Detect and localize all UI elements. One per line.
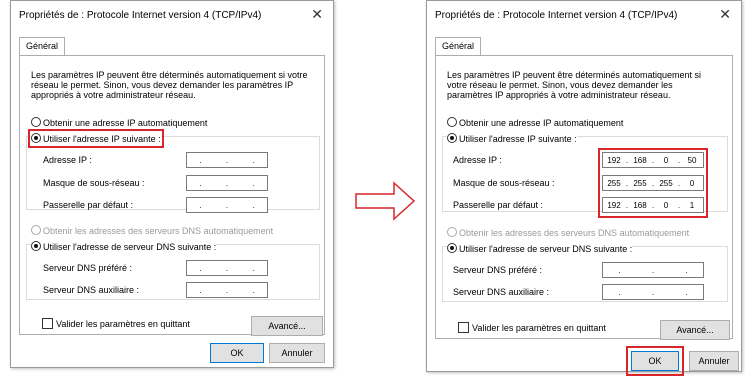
preferred-dns-label: Serveur DNS préféré : <box>43 263 133 273</box>
cancel-button[interactable]: Annuler <box>269 343 325 363</box>
dialog-title: Propriétés de : Protocole Internet versi… <box>19 10 262 21</box>
alternate-dns-label: Serveur DNS auxiliaire : <box>453 287 550 297</box>
gateway-label: Passerelle par défaut : <box>43 200 134 210</box>
radio-manual-ip-label: Utiliser l'adresse IP suivante : <box>459 134 577 144</box>
radio-manual-ip[interactable]: Utiliser l'adresse IP suivante : <box>447 133 577 144</box>
radio-manual-ip-indicator[interactable] <box>447 133 457 143</box>
alternate-dns-field[interactable]: ... <box>186 282 268 298</box>
radio-auto-ip-label: Obtenir une adresse IP automatiquement <box>459 118 624 128</box>
checkbox-box[interactable] <box>42 318 53 329</box>
advanced-button[interactable]: Avancé... <box>251 316 323 336</box>
radio-auto-dns[interactable]: Obtenir les adresses des serveurs DNS au… <box>31 225 273 236</box>
radio-auto-ip-indicator[interactable] <box>447 117 457 127</box>
alternate-dns-label: Serveur DNS auxiliaire : <box>43 285 140 295</box>
close-icon[interactable]: ✕ <box>311 6 323 23</box>
preferred-dns-field[interactable]: ... <box>602 262 704 278</box>
radio-auto-ip[interactable]: Obtenir une adresse IP automatiquement <box>31 117 207 128</box>
gateway-field[interactable]: ... <box>186 197 268 213</box>
subnet-mask-label: Masque de sous-réseau : <box>43 178 145 188</box>
radio-auto-dns-label: Obtenir les adresses des serveurs DNS au… <box>459 228 690 238</box>
radio-manual-dns-indicator[interactable] <box>447 243 457 253</box>
radio-manual-dns[interactable]: Utiliser l'adresse de serveur DNS suivan… <box>31 241 217 252</box>
validate-on-exit-label: Valider les paramètres en quittant <box>472 323 606 333</box>
ipv4-properties-dialog-before: Propriétés de : Protocole Internet versi… <box>10 0 334 368</box>
tab-strip: Général <box>19 37 325 55</box>
radio-auto-dns-indicator[interactable] <box>31 225 41 235</box>
validate-on-exit-checkbox[interactable]: Valider les paramètres en quittant <box>458 322 606 333</box>
ok-button[interactable]: OK <box>210 343 264 363</box>
highlight-ok-button <box>626 346 684 376</box>
advanced-button[interactable]: Avancé... <box>660 320 730 340</box>
title-bar: Propriétés de : Protocole Internet versi… <box>427 1 741 29</box>
checkbox-box[interactable] <box>458 322 469 333</box>
subnet-mask-field[interactable]: ... <box>186 175 268 191</box>
tab-strip: Général <box>435 37 733 55</box>
validate-on-exit-label: Valider les paramètres en quittant <box>56 319 190 329</box>
ip-address-label: Adresse IP : <box>43 155 92 165</box>
tab-general[interactable]: Général <box>19 37 66 55</box>
dialog-title: Propriétés de : Protocole Internet versi… <box>435 10 678 21</box>
radio-auto-dns-indicator[interactable] <box>447 227 457 237</box>
radio-manual-dns[interactable]: Utiliser l'adresse de serveur DNS suivan… <box>447 243 633 254</box>
subnet-mask-label: Masque de sous-réseau : <box>453 178 555 188</box>
highlight-ip-fields <box>598 148 708 218</box>
validate-on-exit-checkbox[interactable]: Valider les paramètres en quittant <box>42 318 190 329</box>
radio-manual-dns-label: Utiliser l'adresse de serveur DNS suivan… <box>43 242 217 252</box>
ip-address-field[interactable]: ... <box>186 152 268 168</box>
highlight-manual-ip <box>28 129 164 148</box>
general-panel: Les paramètres IP peuvent être déterminé… <box>435 55 733 340</box>
preferred-dns-field[interactable]: ... <box>186 260 268 276</box>
radio-manual-dns-indicator[interactable] <box>31 241 41 251</box>
radio-manual-dns-label: Utiliser l'adresse de serveur DNS suivan… <box>459 244 633 254</box>
radio-auto-dns[interactable]: Obtenir les adresses des serveurs DNS au… <box>447 227 689 238</box>
radio-auto-ip[interactable]: Obtenir une adresse IP automatiquement <box>447 117 623 128</box>
arrow-right-icon <box>355 181 416 221</box>
title-bar: Propriétés de : Protocole Internet versi… <box>11 1 333 29</box>
cancel-button[interactable]: Annuler <box>689 351 739 371</box>
description-text: Les paramètres IP peuvent être déterminé… <box>447 70 701 100</box>
alternate-dns-field[interactable]: ... <box>602 284 704 300</box>
radio-auto-ip-indicator[interactable] <box>31 117 41 127</box>
general-panel: Les paramètres IP peuvent être déterminé… <box>19 55 325 336</box>
radio-auto-dns-label: Obtenir les adresses des serveurs DNS au… <box>43 226 274 236</box>
ip-address-label: Adresse IP : <box>453 155 502 165</box>
preferred-dns-label: Serveur DNS préféré : <box>453 265 543 275</box>
tab-general[interactable]: Général <box>435 37 482 55</box>
radio-auto-ip-label: Obtenir une adresse IP automatiquement <box>43 118 208 128</box>
description-text: Les paramètres IP peuvent être déterminé… <box>31 70 308 100</box>
close-icon[interactable]: ✕ <box>719 6 731 23</box>
gateway-label: Passerelle par défaut : <box>453 200 544 210</box>
ipv4-properties-dialog-after: Propriétés de : Protocole Internet versi… <box>426 0 742 376</box>
